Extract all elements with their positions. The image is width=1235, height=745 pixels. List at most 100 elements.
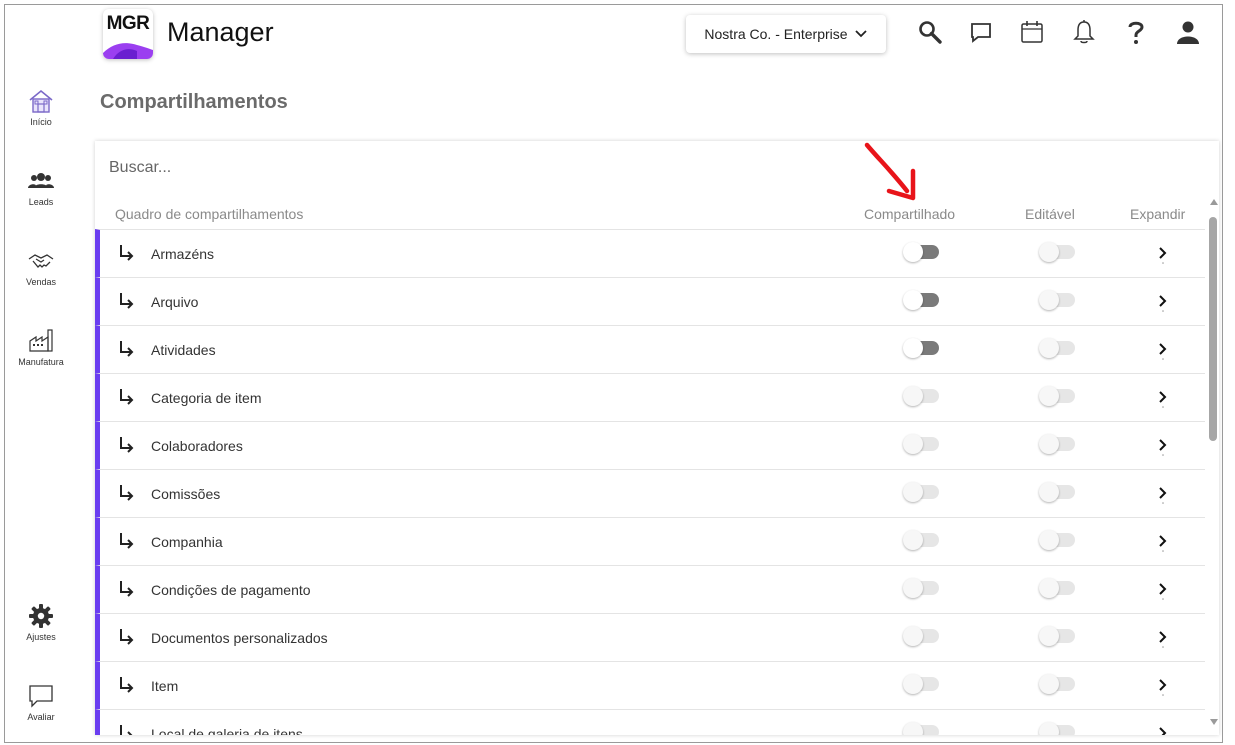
column-header-shared: Compartilhado: [864, 206, 956, 222]
chevron-right-icon[interactable]: [1154, 435, 1172, 457]
chevron-right-icon[interactable]: [1154, 339, 1172, 361]
table-row[interactable]: Item: [95, 661, 1205, 709]
table-row[interactable]: Categoria de item: [95, 373, 1205, 421]
sidebar-item-leads[interactable]: Leads: [5, 167, 77, 207]
toggle-knob: [1039, 722, 1059, 735]
toggle-knob: [1039, 338, 1059, 358]
toggle-knob: [1039, 626, 1059, 646]
toggle-knob: [1039, 386, 1059, 406]
handshake-icon: [28, 254, 54, 268]
chevron-right-icon[interactable]: [1154, 291, 1172, 313]
subdirectory-arrow-icon: [120, 389, 134, 405]
calendar-icon[interactable]: [1018, 18, 1046, 46]
editable-toggle[interactable]: [1039, 530, 1075, 550]
shared-toggle[interactable]: [903, 626, 939, 646]
sidebar-item-manufatura[interactable]: Manufatura: [5, 327, 77, 367]
chevron-right-icon[interactable]: [1154, 579, 1172, 601]
shared-toggle[interactable]: [903, 386, 939, 406]
editable-toggle[interactable]: [1039, 434, 1075, 454]
company-selector[interactable]: Nostra Co. - Enterprise: [686, 15, 886, 53]
shared-toggle[interactable]: [903, 434, 939, 454]
search-icon[interactable]: [916, 18, 944, 46]
toggle-knob: [1039, 674, 1059, 694]
subdirectory-arrow-icon: [120, 437, 134, 453]
scroll-up-arrow[interactable]: [1210, 199, 1218, 205]
table-row[interactable]: Arquivo: [95, 277, 1205, 325]
sidebar-item-vendas[interactable]: Vendas: [5, 247, 77, 287]
subdirectory-arrow-icon: [120, 293, 134, 309]
feedback-icon: [29, 685, 53, 708]
row-label: Companhia: [151, 534, 223, 550]
sidebar-item-ajustes[interactable]: Ajustes: [5, 602, 77, 642]
company-selector-label: Nostra Co. - Enterprise: [704, 26, 848, 42]
toggle-knob: [903, 386, 923, 406]
editable-toggle[interactable]: [1039, 722, 1075, 735]
sidebar-item-inicio[interactable]: Início: [5, 87, 77, 127]
editable-toggle[interactable]: [1039, 338, 1075, 358]
bell-icon[interactable]: [1070, 18, 1098, 46]
table-row[interactable]: Armazéns: [95, 229, 1205, 277]
editable-toggle[interactable]: [1039, 674, 1075, 694]
table-row[interactable]: Documentos personalizados: [95, 613, 1205, 661]
editable-toggle[interactable]: [1039, 290, 1075, 310]
editable-toggle[interactable]: [1039, 626, 1075, 646]
editable-toggle[interactable]: [1039, 482, 1075, 502]
chevron-right-icon[interactable]: [1154, 627, 1172, 649]
toggle-knob: [903, 626, 923, 646]
editable-toggle[interactable]: [1039, 386, 1075, 406]
column-header-editable: Editável: [1025, 206, 1075, 222]
shared-toggle[interactable]: [903, 290, 939, 310]
toggle-knob: [903, 290, 923, 310]
chevron-down-icon: [854, 30, 867, 38]
table-row[interactable]: Comissões: [95, 469, 1205, 517]
shared-toggle[interactable]: [903, 482, 939, 502]
toggle-knob: [903, 338, 923, 358]
sidebar-item-label: Manufatura: [18, 357, 64, 367]
logo-wave-icon: [103, 43, 153, 59]
shared-toggle[interactable]: [903, 338, 939, 358]
help-icon[interactable]: [1122, 18, 1150, 46]
app-title: Manager: [167, 17, 274, 47]
scrollbar-thumb[interactable]: [1209, 217, 1217, 441]
toggle-knob: [903, 482, 923, 502]
search-input[interactable]: [109, 159, 709, 177]
row-label: Local de galeria de itens: [151, 726, 303, 735]
chevron-right-icon[interactable]: [1154, 483, 1172, 505]
app-logo[interactable]: MGR: [103, 9, 153, 59]
row-label: Categoria de item: [151, 390, 262, 406]
toggle-knob: [1039, 482, 1059, 502]
table-row[interactable]: Atividades: [95, 325, 1205, 373]
toggle-knob: [903, 530, 923, 550]
sidebar-item-avaliar[interactable]: Avaliar: [5, 682, 77, 722]
chevron-right-icon[interactable]: [1154, 723, 1172, 735]
toggle-knob: [1039, 242, 1059, 262]
column-header-expand: Expandir: [1130, 206, 1186, 222]
chevron-right-icon[interactable]: [1154, 675, 1172, 697]
editable-toggle[interactable]: [1039, 242, 1075, 262]
toggle-knob: [903, 722, 923, 735]
sidebar: Início Leads Vendas Manufatura Ajustes A…: [5, 5, 77, 742]
editable-toggle[interactable]: [1039, 578, 1075, 598]
subdirectory-arrow-icon: [120, 581, 134, 597]
logo-text: MGR: [106, 13, 150, 34]
user-avatar-icon[interactable]: [1174, 18, 1202, 46]
shared-toggle[interactable]: [903, 242, 939, 262]
shared-toggle[interactable]: [903, 674, 939, 694]
chevron-right-icon[interactable]: [1154, 387, 1172, 409]
row-label: Comissões: [151, 486, 221, 502]
sidebar-item-label: Ajustes: [26, 632, 56, 642]
scroll-down-arrow[interactable]: [1210, 719, 1218, 725]
chevron-right-icon[interactable]: [1154, 531, 1172, 553]
chevron-right-icon[interactable]: [1154, 243, 1172, 265]
table-row[interactable]: Colaboradores: [95, 421, 1205, 469]
table-row[interactable]: Companhia: [95, 517, 1205, 565]
shared-toggle[interactable]: [903, 578, 939, 598]
shared-toggle[interactable]: [903, 722, 939, 735]
chat-icon[interactable]: [967, 18, 995, 46]
table-row[interactable]: Local de galeria de itens: [95, 709, 1205, 735]
shares-card: Quadro de compartilhamentos Compartilhad…: [95, 141, 1219, 735]
toggle-knob: [1039, 578, 1059, 598]
table-row[interactable]: Condições de pagamento: [95, 565, 1205, 613]
shared-toggle[interactable]: [903, 530, 939, 550]
subdirectory-arrow-icon: [120, 485, 134, 501]
